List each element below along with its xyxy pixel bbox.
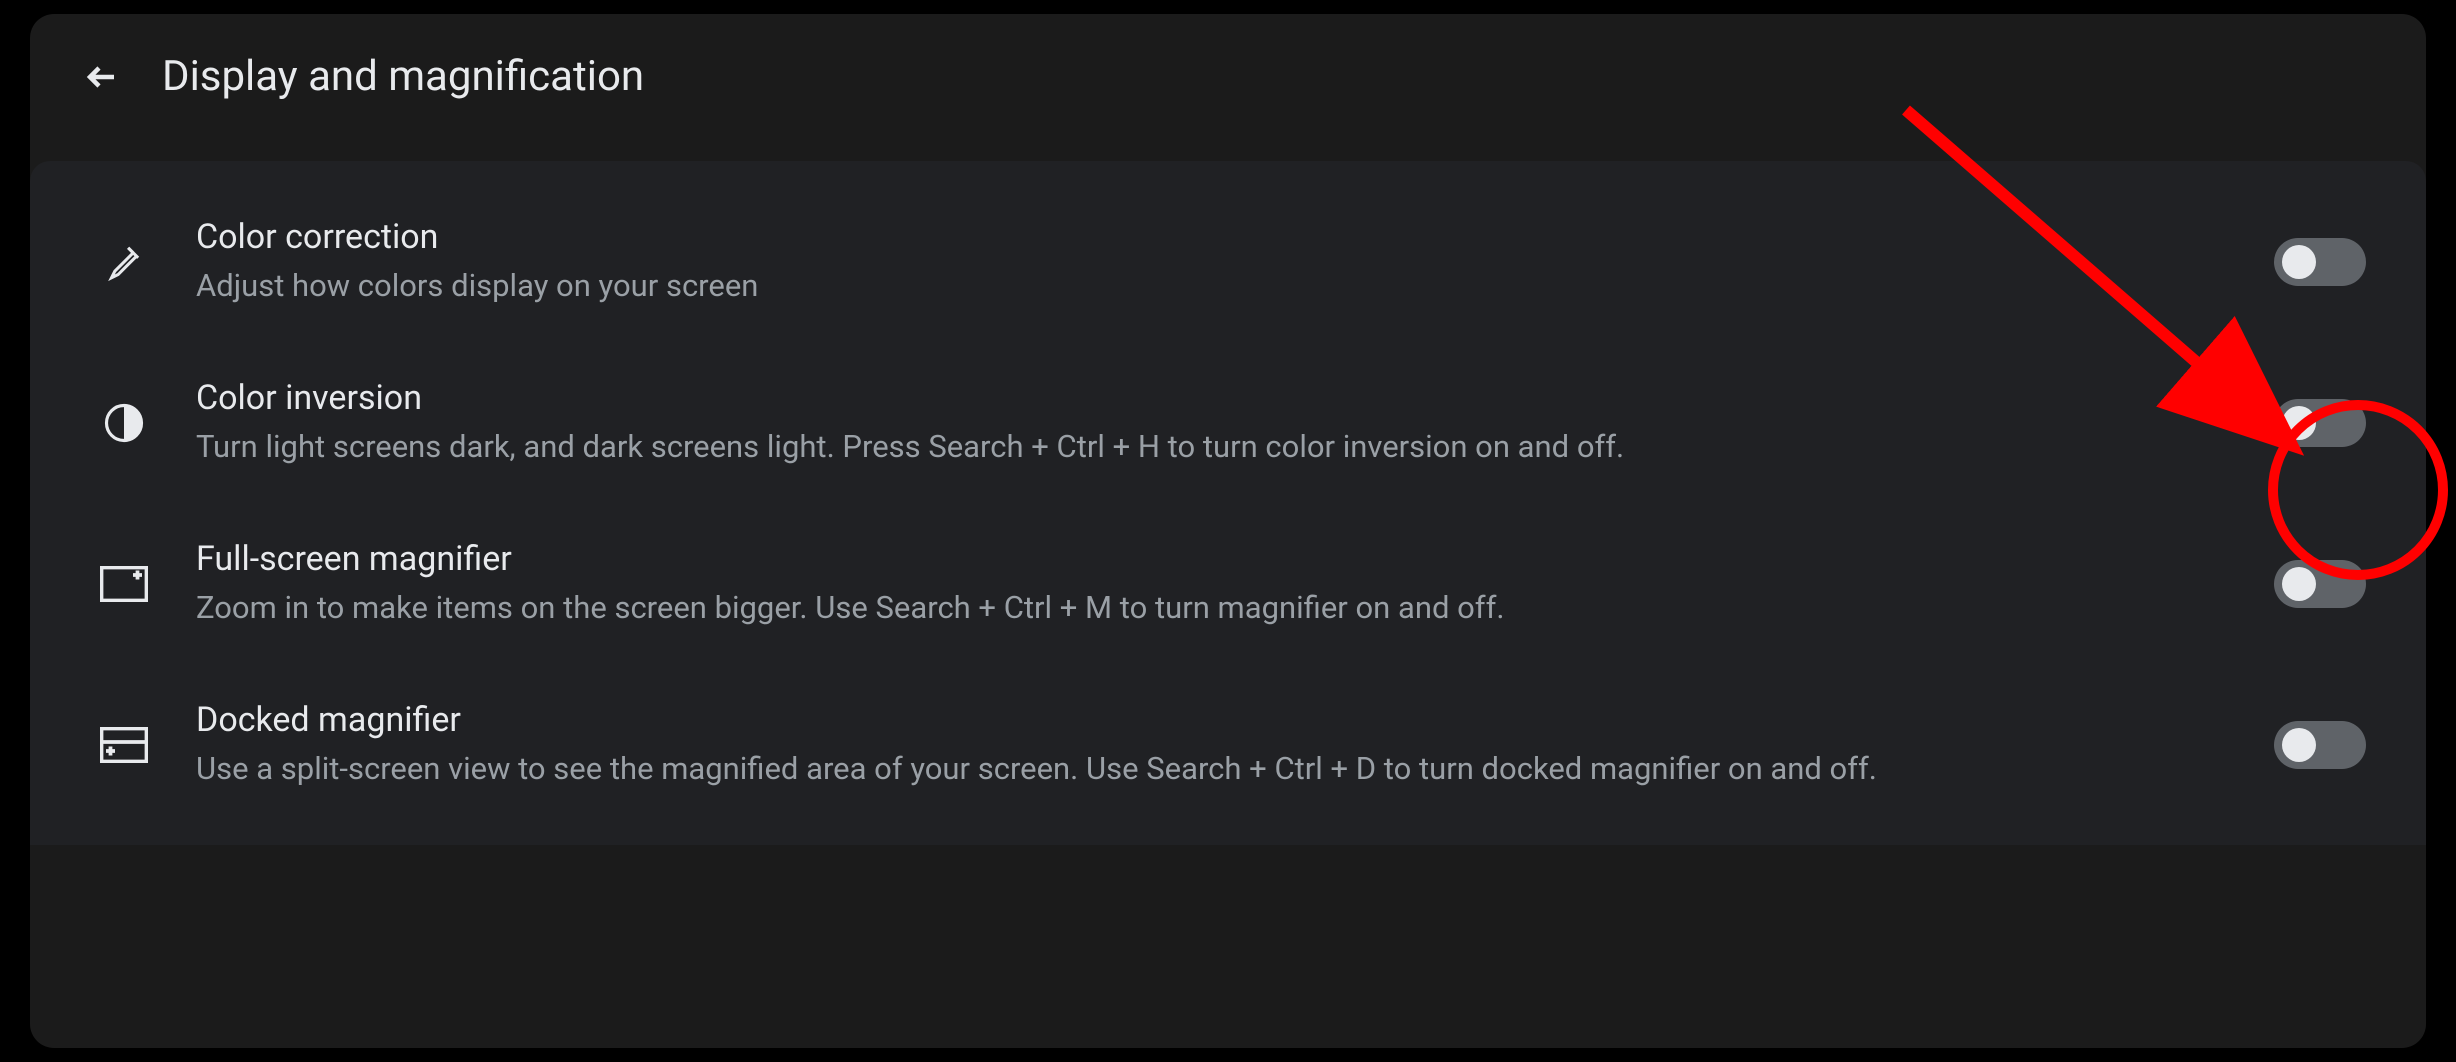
color-correction-toggle[interactable] [2274,238,2366,286]
toggle-thumb [2282,728,2316,762]
settings-container: Display and magnification Color correcti… [30,14,2426,1048]
arrow-left-icon [84,59,120,95]
setting-color-correction[interactable]: Color correction Adjust how colors displ… [30,181,2426,342]
back-button[interactable] [78,53,126,101]
setting-title: Color inversion [196,378,2226,419]
setting-text: Full-screen magnifier Zoom in to make it… [196,539,2226,628]
setting-text: Color inversion Turn light screens dark,… [196,378,2226,467]
docked-magnifier-icon [100,721,148,769]
setting-description: Adjust how colors display on your screen [196,266,2226,306]
color-inversion-toggle[interactable] [2274,399,2366,447]
setting-text: Color correction Adjust how colors displ… [196,217,2226,306]
settings-panel: Color correction Adjust how colors displ… [30,161,2426,845]
setting-title: Full-screen magnifier [196,539,2226,580]
eyedropper-icon [100,238,148,286]
setting-fullscreen-magnifier[interactable]: Full-screen magnifier Zoom in to make it… [30,503,2426,664]
setting-color-inversion[interactable]: Color inversion Turn light screens dark,… [30,342,2426,503]
contrast-icon [100,399,148,447]
fullscreen-magnifier-icon [100,560,148,608]
toggle-thumb [2282,567,2316,601]
setting-description: Use a split-screen view to see the magni… [196,749,2226,789]
toggle-thumb [2282,245,2316,279]
setting-title: Docked magnifier [196,700,2226,741]
setting-description: Zoom in to make items on the screen bigg… [196,588,2226,628]
toggle-thumb [2282,406,2316,440]
docked-magnifier-toggle[interactable] [2274,721,2366,769]
setting-description: Turn light screens dark, and dark screen… [196,427,2226,467]
setting-text: Docked magnifier Use a split-screen view… [196,700,2226,789]
header: Display and magnification [30,14,2426,161]
setting-title: Color correction [196,217,2226,258]
fullscreen-magnifier-toggle[interactable] [2274,560,2366,608]
setting-docked-magnifier[interactable]: Docked magnifier Use a split-screen view… [30,664,2426,825]
page-title: Display and magnification [162,52,644,101]
